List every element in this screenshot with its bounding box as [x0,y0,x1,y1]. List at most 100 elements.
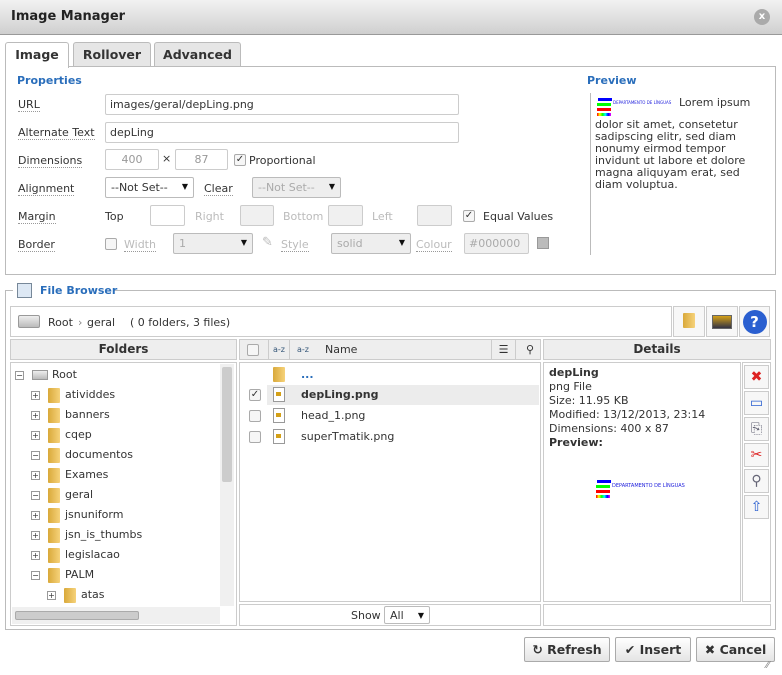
tree-item[interactable]: + jsnuniform [31,505,123,525]
tree-item[interactable]: − documentos [31,445,133,465]
new-folder-button[interactable] [673,306,705,337]
tree-item[interactable]: + Exames [31,465,108,485]
tree-item[interactable]: − geral [31,485,93,505]
tree-item[interactable]: + legislacao [31,545,120,565]
refresh-button[interactable]: ↻ Refresh [524,637,610,662]
check-icon: ✔ [624,642,640,657]
cancel-button[interactable]: ✖ Cancel [696,637,775,662]
preview-logo: DEPARTAMENTO DE LÍNGUAS [595,97,671,119]
expand-toggle[interactable]: − [31,450,40,460]
file-row[interactable]: superTmatik.png [240,427,540,447]
cut-icon[interactable]: ✂ [744,443,769,467]
path-root[interactable]: Root [48,316,73,329]
tree-item[interactable]: − PALM [31,565,94,585]
insert-button[interactable]: ✔ Insert [615,637,691,662]
tree-item[interactable]: − Root [15,365,77,385]
expand-toggle[interactable]: − [31,570,40,580]
folder-icon [48,547,60,563]
file-row[interactable]: head_1.png [240,406,540,426]
tab-image[interactable]: Image [5,42,69,68]
expand-toggle[interactable]: − [31,490,40,500]
width-input[interactable]: 400 [105,149,159,170]
tree-item[interactable]: + atividdes [31,385,115,405]
folder-icon [48,507,60,523]
properties-heading: Properties [17,74,82,87]
margin-bottom-input[interactable] [328,205,363,226]
expand-toggle[interactable]: + [31,530,40,540]
resize-handle[interactable]: ⁄⁄ [766,660,769,671]
tree-horizontal-scrollbar[interactable] [12,607,220,624]
tree-item[interactable]: + jsn_is_thumbs [31,525,142,545]
image-file-icon [273,408,285,423]
folder-icon [64,587,76,603]
upload-file-icon[interactable]: ⇧ [744,495,769,519]
tree-item[interactable]: + atas [47,585,105,605]
proportional-checkbox[interactable]: ✓ [234,154,246,166]
path-current[interactable]: geral [87,316,115,329]
detail-dimensions: Dimensions: 400 x 87 [549,422,669,435]
expand-toggle[interactable]: + [47,590,56,600]
url-input[interactable]: images/geral/depLing.png [105,94,459,115]
expand-toggle[interactable]: + [31,410,40,420]
help-icon: ? [742,310,767,334]
alt-text-input[interactable]: depLing [105,122,459,143]
border-colour-label: Colour [416,238,452,252]
margin-left-input[interactable] [417,205,452,226]
border-checkbox[interactable] [105,238,117,250]
tab-rollover[interactable]: Rollover [73,42,151,67]
border-width-select[interactable]: 1 [173,233,253,254]
sort-icon[interactable]: a-z [268,340,290,359]
margin-bottom-label: Bottom [283,210,324,223]
clear-label: Clear [204,182,233,196]
tree-item[interactable]: + cqep [31,425,92,445]
file-checkbox[interactable]: ✓ [249,389,261,401]
close-icon[interactable]: x [754,9,770,25]
expand-toggle[interactable]: + [31,550,40,560]
height-input[interactable]: 87 [175,149,228,170]
file-checkbox[interactable] [249,431,261,443]
file-row[interactable]: ✓ depLing.png [249,385,539,405]
color-picker-icon[interactable] [537,237,549,249]
logo-text: DEPARTAMENTO DE LÍNGUAS [612,483,685,489]
expand-toggle[interactable]: + [31,430,40,440]
search-binoculars-icon[interactable]: ⚲ [520,340,540,359]
expand-toggle[interactable]: + [31,510,40,520]
file-checkbox[interactable] [249,410,261,422]
expand-toggle[interactable]: + [31,390,40,400]
drive-icon [18,315,40,328]
alignment-label: Alignment [18,182,75,196]
show-filter-select[interactable]: All [384,606,430,624]
fieldset-border [115,290,776,291]
border-colour-input[interactable]: #000000 [464,233,529,254]
tree-item[interactable]: + banners [31,405,110,425]
parent-folder-row[interactable]: ... [240,365,540,385]
view-list-icon[interactable]: ☰ [491,340,516,359]
copy-icon[interactable]: ⎘ [744,417,769,441]
rename-icon[interactable]: ▭ [744,391,769,415]
help-button[interactable]: ? [739,306,770,337]
sort-name-icon[interactable]: a-z [297,340,309,359]
file-browser-legend: File Browser [40,284,118,297]
drive-icon [32,370,48,380]
tree-item-label: jsnuniform [65,508,124,521]
expand-toggle[interactable]: − [15,370,24,380]
expand-toggle[interactable]: + [31,470,40,480]
tree-vertical-scrollbar[interactable] [220,364,234,606]
border-style-select[interactable]: solid [331,233,411,254]
detail-size: Size: 11.95 KB [549,394,629,407]
select-all-checkbox[interactable] [247,344,259,356]
delete-icon[interactable]: ✖ [744,365,769,389]
alignment-select[interactable]: --Not Set-- [105,177,194,198]
margin-top-input[interactable] [150,205,185,226]
clear-select[interactable]: --Not Set-- [252,177,341,198]
folder-icon [48,447,60,463]
name-column-header[interactable]: Name [325,343,357,356]
margin-right-label: Right [195,210,224,223]
detail-modified: Modified: 13/12/2013, 23:14 [549,408,706,421]
alt-text-label: Alternate Text [18,126,95,140]
upload-button[interactable] [706,306,738,337]
margin-right-input[interactable] [240,205,274,226]
tab-advanced[interactable]: Advanced [154,42,241,67]
equal-values-checkbox[interactable]: ✓ [463,210,475,222]
zoom-icon[interactable]: ⚲ [744,469,769,493]
